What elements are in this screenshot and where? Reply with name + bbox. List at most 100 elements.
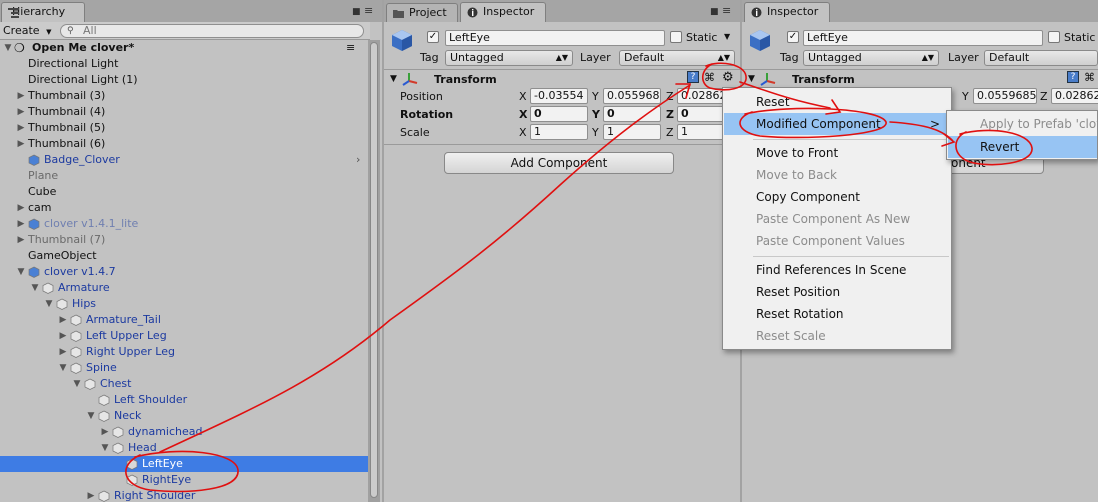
hierarchy-row[interactable]: ▶ Thumbnail (3) [0,88,368,104]
hierarchy-row[interactable]: ▶ Armature_Tail [0,312,368,328]
hierarchy-row[interactable]: Directional Light [0,56,368,72]
foldout-closed-icon[interactable]: ▶ [100,424,110,440]
hierarchy-row[interactable]: Cube [0,184,368,200]
menu-item-revert[interactable]: Revert [948,136,1097,158]
axis-z-label[interactable]: Z [666,90,674,103]
scale-x-field[interactable]: 1 [530,124,588,140]
rotation-x-field[interactable]: 0 [530,106,588,122]
foldout-closed-icon[interactable]: ▶ [16,232,26,248]
foldout-open-icon[interactable]: ▼ [748,74,755,84]
scene-header[interactable]: ▼ ❍ Open Me clover* ≡ [0,40,368,56]
foldout-closed-icon[interactable]: ▶ [16,136,26,152]
hierarchy-row[interactable]: ▶ clover v1.4.1_lite [0,216,368,232]
foldout-closed-icon[interactable]: ▶ [16,88,26,104]
preset-icon[interactable]: ⌘ [1084,71,1095,84]
scrollbar-thumb[interactable] [370,42,378,498]
hierarchy-row[interactable]: ▼ Hips [0,296,368,312]
axis-x-label[interactable]: X [519,90,527,103]
preset-icon[interactable]: ⌘ [704,71,715,84]
axis-z-label[interactable]: Z [666,126,674,139]
hierarchy-row[interactable]: GameObject [0,248,368,264]
hierarchy-row[interactable]: ▶ cam [0,200,368,216]
foldout-closed-icon[interactable]: ▶ [86,488,96,502]
menu-item-find-references[interactable]: Find References In Scene [724,259,950,281]
hierarchy-row[interactable]: ▼ clover v1.4.7 [0,264,368,280]
foldout-open-icon[interactable]: ▼ [86,408,96,424]
panel-menu-icon[interactable]: ≡ [364,4,373,17]
position-x-field[interactable]: -0.03554 [530,88,588,104]
foldout-open-icon[interactable]: ▼ [16,264,26,280]
axis-y-label[interactable]: Y [592,126,599,139]
lock-icon[interactable]: ■ [352,7,361,17]
hierarchy-row[interactable]: ▶ dynamichead [0,424,368,440]
tab-hierarchy[interactable]: Hierarchy [1,2,85,22]
layer-dropdown[interactable]: Default ▲▼ [619,50,735,66]
hierarchy-scrollbar[interactable] [368,40,380,502]
hierarchy-row[interactable]: ▼ Spine [0,360,368,376]
lock-icon[interactable]: ■ [710,7,719,17]
foldout-open-icon[interactable]: ▼ [100,440,110,456]
position-y-field[interactable]: 0.0559685 [973,88,1037,104]
object-name-field[interactable]: LeftEye [445,30,665,46]
foldout-open-icon[interactable]: ▼ [58,360,68,376]
hierarchy-row[interactable]: ▶ Thumbnail (5) [0,120,368,136]
foldout-closed-icon[interactable]: ▶ [58,312,68,328]
menu-item-modified-component[interactable]: Modified Component > [724,113,950,135]
menu-item-reset-position[interactable]: Reset Position [724,281,950,303]
tag-dropdown[interactable]: Untagged ▲▼ [803,50,939,66]
layer-dropdown[interactable]: Default [984,50,1098,66]
help-book-icon[interactable]: ? [1067,71,1079,83]
axis-x-label[interactable]: X [519,126,527,139]
tag-dropdown[interactable]: Untagged ▲▼ [445,50,573,66]
foldout-open-icon[interactable]: ▼ [44,296,54,312]
hierarchy-row[interactable]: LeftEye [0,456,368,472]
position-z-field[interactable]: 0.02862 [1051,88,1098,104]
hierarchy-row[interactable]: Badge_Clover › [0,152,368,168]
tab-inspector-1[interactable]: Inspector [460,2,546,22]
hierarchy-row[interactable]: ▶ Thumbnail (4) [0,104,368,120]
hierarchy-row[interactable]: ▼ Head [0,440,368,456]
axis-y-label[interactable]: Y [592,108,600,121]
menu-item-move-to-front[interactable]: Move to Front [724,142,950,164]
foldout-open-icon[interactable]: ▼ [72,376,82,392]
foldout-closed-icon[interactable]: ▶ [58,344,68,360]
foldout-closed-icon[interactable]: ▶ [58,328,68,344]
tab-inspector-2[interactable]: Inspector [744,2,830,22]
search-input[interactable]: ⚲ All [60,24,364,38]
create-dropdown[interactable]: Create ▼ [3,24,51,38]
hierarchy-row[interactable]: ▶ Left Upper Leg [0,328,368,344]
static-dropdown-icon[interactable]: ▼ [724,32,730,41]
hierarchy-row[interactable]: Directional Light (1) [0,72,368,88]
axis-y-label[interactable]: Y [962,90,969,103]
axis-x-label[interactable]: X [519,108,527,121]
foldout-closed-icon[interactable]: ▶ [16,104,26,120]
static-checkbox[interactable] [670,31,682,43]
rotation-y-field[interactable]: 0 [603,106,661,122]
hierarchy-row[interactable]: ▼ Chest [0,376,368,392]
menu-item-copy-component[interactable]: Copy Component [724,186,950,208]
add-component-button[interactable]: Add Component [444,152,674,174]
menu-item-reset-rotation[interactable]: Reset Rotation [724,303,950,325]
hierarchy-row[interactable]: ▼ Neck [0,408,368,424]
chevron-right-icon[interactable]: › [356,152,360,168]
hierarchy-row[interactable]: ▶ Right Upper Leg [0,344,368,360]
static-checkbox[interactable] [1048,31,1060,43]
foldout-closed-icon[interactable]: ▶ [16,216,26,232]
tab-project[interactable]: Project [386,3,458,22]
foldout-open-icon[interactable]: ▼ [390,74,397,84]
menu-item-reset[interactable]: Reset [724,91,950,113]
foldout-open-icon[interactable]: ▼ [3,40,13,56]
hierarchy-row[interactable]: Plane [0,168,368,184]
active-checkbox[interactable]: ✓ [787,31,799,43]
hierarchy-row[interactable]: RightEye [0,472,368,488]
hierarchy-row[interactable]: Left Shoulder [0,392,368,408]
scene-menu-icon[interactable]: ≡ [346,40,355,56]
help-book-icon[interactable]: ? [687,71,699,83]
axis-y-label[interactable]: Y [592,90,599,103]
gear-icon[interactable]: ⚙ [722,70,734,85]
foldout-open-icon[interactable]: ▼ [30,280,40,296]
foldout-closed-icon[interactable]: ▶ [16,200,26,216]
foldout-closed-icon[interactable]: ▶ [16,120,26,136]
active-checkbox[interactable]: ✓ [427,31,439,43]
position-y-field[interactable]: 0.055968 [603,88,661,104]
